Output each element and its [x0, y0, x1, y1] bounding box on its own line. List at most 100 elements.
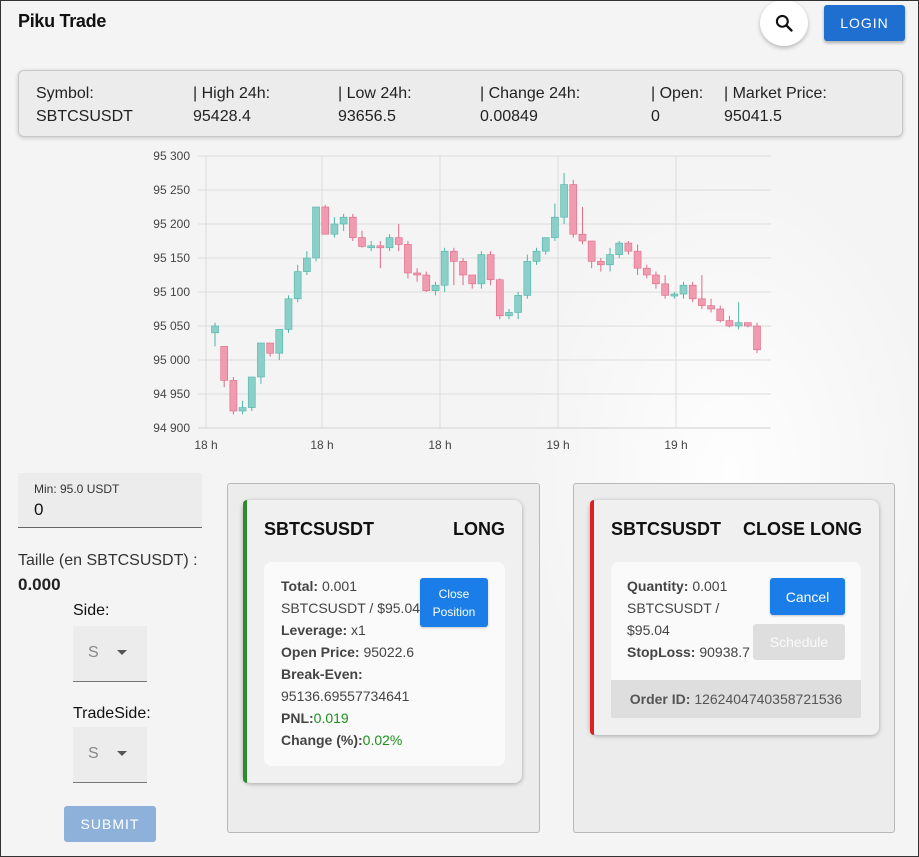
stat-symbol: Symbol: SBTCSUSDT	[36, 82, 133, 128]
stat-label: | Market Price:	[724, 85, 827, 102]
order-card: SBTCSUSDT CLOSE LONG Quantity: 0.001 SBT…	[590, 500, 879, 735]
candle-body	[523, 261, 532, 296]
y-tick-label: 94 900	[153, 421, 190, 435]
schedule-button[interactable]: Schedule	[753, 624, 845, 660]
candlestick-chart[interactable]: 95 300 95 250 95 200 95 150 95 100 95 050 95 0…	[140, 148, 780, 460]
candle-body	[238, 407, 247, 412]
candle-body	[339, 216, 348, 225]
total-value: 0.001	[321, 578, 358, 594]
amount-input[interactable]: Min: 95.0 USDT 0	[18, 473, 202, 528]
candle-body	[707, 305, 715, 310]
candle-body	[505, 312, 513, 317]
candle-body	[652, 274, 660, 285]
order-side: CLOSE LONG	[742, 519, 862, 539]
candle-body	[303, 257, 311, 272]
side-select[interactable]: S	[73, 626, 147, 682]
candle-body	[293, 271, 302, 300]
cancel-order-button[interactable]: Cancel	[770, 578, 845, 615]
candle-body	[431, 284, 440, 291]
y-tick-label: 95 150	[153, 251, 190, 265]
total-label: Total:	[281, 578, 319, 594]
candle-body	[385, 237, 394, 249]
leverage-label: Leverage:	[281, 622, 348, 638]
candle-body	[569, 184, 578, 235]
tradeside-label: TradeSide:	[73, 705, 151, 722]
candle-body	[744, 322, 752, 327]
candle-body	[541, 237, 550, 252]
stat-label: | Change 24h:	[480, 85, 581, 102]
candle-body	[422, 274, 431, 291]
stoploss-value: 90938.7	[699, 644, 750, 660]
leverage-value: x1	[351, 622, 366, 638]
y-tick-label: 95 100	[153, 285, 190, 299]
candle-body	[220, 346, 228, 381]
position-leverage: Leverage: x1	[281, 622, 366, 638]
candle-body	[330, 223, 339, 235]
position-change: Change (%):0.02%	[281, 732, 402, 748]
order-details: Quantity: 0.001 SBTCSUSDT / $95.04 StopL…	[611, 562, 861, 718]
position-details: Total: 0.001 SBTCSUSDT / $95.04 Leverage…	[264, 562, 505, 766]
stat-value: 95428.4	[193, 108, 251, 125]
stat-label: Symbol:	[36, 85, 94, 102]
stat-change-24h: | Change 24h: 0.00849	[480, 82, 580, 128]
pnl-value: 0.019	[313, 710, 349, 726]
x-tick-label: 18 h	[194, 438, 217, 452]
y-tick-label: 95 000	[153, 353, 190, 367]
y-tick-label: 95 200	[153, 217, 190, 231]
y-tick-label: 95 250	[153, 183, 190, 197]
order-symbol: SBTCSUSDT	[611, 519, 722, 539]
submit-button[interactable]: SUBMIT	[64, 806, 156, 842]
candle-body	[725, 320, 734, 327]
x-tick-label: 18 h	[428, 438, 451, 452]
candle-body	[587, 240, 596, 262]
order-quantity: Quantity: 0.001	[627, 578, 727, 594]
amount-value: 0	[34, 500, 44, 519]
position-symbol: SBTCSUSDT	[264, 519, 375, 539]
open-price-value: 95022.6	[363, 644, 415, 660]
order-stoploss: StopLoss: 90938.7	[627, 644, 750, 660]
candle-body	[688, 284, 697, 300]
search-button[interactable]	[760, 0, 808, 46]
stat-value: 0	[651, 108, 660, 125]
candle-body	[734, 322, 743, 327]
login-button[interactable]: LOGIN	[824, 5, 905, 41]
position-breakeven-label: Break-Even:	[281, 666, 363, 682]
x-tick-label: 18 h	[310, 438, 333, 452]
position-pnl: PNL:0.019	[281, 710, 349, 726]
stat-label: | Open:	[651, 85, 704, 102]
candle-body	[597, 261, 605, 266]
candle-body	[679, 284, 688, 295]
market-stats-bar: Symbol: SBTCSUSDT | High 24h: 95428.4 | …	[18, 70, 903, 137]
stat-value: SBTCSUSDT	[36, 108, 133, 125]
close-position-label-1: Close	[438, 586, 470, 601]
candle-body	[450, 250, 458, 262]
change-label: Change (%):	[281, 732, 363, 748]
candle-body	[275, 329, 284, 354]
order-quantity-line2: SBTCSUSDT /	[627, 600, 720, 616]
order-quantity-line3: $95.04	[627, 622, 670, 638]
change-value: 0.02%	[362, 732, 403, 748]
candle-body	[394, 237, 403, 245]
candle-body	[753, 325, 761, 351]
x-tick-label: 19 h	[546, 438, 569, 452]
candle-body	[358, 237, 366, 247]
candle-body	[716, 308, 725, 321]
candle-body	[266, 342, 274, 354]
position-open-price: Open Price: 95022.6	[281, 644, 414, 660]
y-tick-label: 95 050	[153, 319, 190, 333]
candle-body	[459, 261, 467, 276]
position-total: Total: 0.001	[281, 578, 357, 594]
candle-body	[578, 233, 587, 242]
side-select-value: S	[88, 644, 99, 661]
quantity-label: Quantity:	[627, 578, 689, 594]
candle-body	[440, 250, 449, 286]
candle-body	[661, 283, 669, 296]
close-position-button[interactable]: Close Position	[420, 578, 488, 627]
candle-body	[606, 254, 614, 266]
candle-body	[211, 325, 219, 334]
y-tick-label: 94 950	[153, 387, 190, 401]
size-value: 0.000	[18, 575, 61, 594]
stat-value: 95041.5	[724, 108, 782, 125]
order-id-value: 1262404740358721536	[694, 691, 843, 707]
tradeside-select[interactable]: S	[73, 727, 147, 783]
